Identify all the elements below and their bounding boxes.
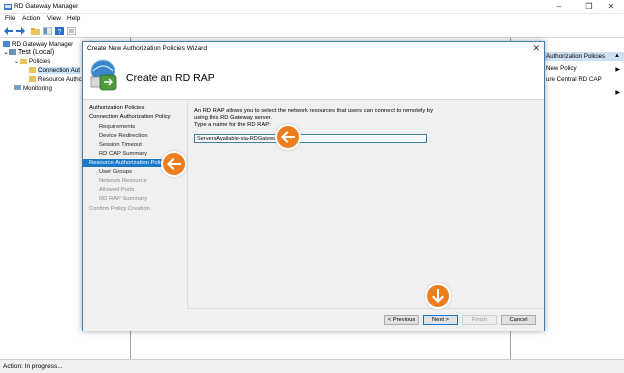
- description-line: using this RD Gateway server.: [194, 115, 272, 121]
- submenu-arrow-icon: ▶: [615, 67, 620, 73]
- step-confirm-policy-creation: Confirm Policy Creation: [89, 206, 150, 212]
- step-rd-rap-summary: RD RAP Summary: [99, 196, 148, 202]
- status-bar: Action: In progress...: [0, 359, 624, 373]
- step-device-redirection: Device Redirection: [99, 133, 148, 139]
- server-icon: [9, 49, 16, 55]
- tree-server-label: Test (Local): [18, 48, 55, 56]
- wizard-content: An RD RAP allows you to select the netwo…: [187, 100, 544, 308]
- finish-button[interactable]: Finish: [462, 315, 497, 325]
- toolbar: ?: [0, 24, 624, 38]
- wizard-close-icon[interactable]: ✕: [532, 43, 540, 54]
- step-resource-authorization-policy: Resource Authorization Policy: [83, 159, 166, 167]
- tree-monitoring-label: Monitoring: [23, 84, 52, 92]
- action-new-policy[interactable]: New Policy: [546, 65, 577, 72]
- callout-left-arrow-icon: [161, 151, 187, 177]
- window-title: RD Gateway Manager: [14, 3, 79, 10]
- tree-item-server[interactable]: ⌄ Test (Local): [3, 48, 55, 57]
- submenu-arrow-icon: ▶: [615, 90, 620, 96]
- step-network-resource: Network Resource: [99, 178, 147, 184]
- close-button[interactable]: ✕: [600, 1, 622, 13]
- properties-icon[interactable]: [66, 26, 76, 36]
- description-line: An RD RAP allows you to select the netwo…: [194, 108, 433, 114]
- step-requirements: Requirements: [99, 124, 136, 130]
- action-central-rd-cap[interactable]: ure Central RD CAP: [546, 76, 602, 83]
- menu-bar: File Action View Help: [0, 14, 624, 24]
- show-tree-icon[interactable]: [42, 26, 52, 36]
- wizard-footer: < Previous Next > Finish Cancel: [187, 308, 544, 331]
- rap-description: An RD RAP allows you to select the netwo…: [194, 108, 444, 129]
- step-authorization-policies: Authorization Policies: [89, 105, 145, 111]
- up-folder-icon[interactable]: [30, 26, 40, 36]
- back-icon[interactable]: [3, 26, 13, 36]
- description-line: Type a name for the RD RAP:: [194, 122, 271, 128]
- tree-policies-label: Policies: [29, 57, 51, 65]
- menu-view[interactable]: View: [47, 15, 61, 22]
- gateway-icon: [3, 41, 10, 47]
- callout-down-arrow-icon: [425, 283, 451, 309]
- next-button[interactable]: Next >: [423, 315, 458, 325]
- tree-connection-label: Connection Aut: [38, 66, 80, 74]
- policy-icon: [29, 76, 36, 82]
- monitor-icon: [14, 85, 21, 90]
- callout-left-arrow-icon: [275, 124, 301, 150]
- tree-item-policies[interactable]: ⌄ Policies: [14, 57, 50, 65]
- tree-item-monitoring[interactable]: Monitoring: [14, 84, 52, 92]
- wizard-steps: Authorization Policies Connection Author…: [83, 100, 187, 331]
- app-icon: [4, 4, 12, 10]
- wizard-title-bar: Create New Authorization Policies Wizard…: [83, 42, 544, 55]
- help-icon[interactable]: ?: [54, 26, 64, 36]
- maximize-button[interactable]: ❐: [578, 1, 600, 13]
- rd-gateway-logo-icon: [90, 59, 117, 91]
- chevron-down-icon[interactable]: ⌄: [3, 48, 9, 56]
- tree-resource-label: Resource Authc: [38, 75, 82, 83]
- step-session-timeout: Session Timeout: [99, 142, 142, 148]
- tree-item-connection-policies[interactable]: Connection Aut: [29, 66, 80, 74]
- wizard-dialog: Create New Authorization Policies Wizard…: [82, 41, 545, 331]
- step-connection-authorization-policy: Connection Authorization Policy: [89, 114, 171, 120]
- menu-file[interactable]: File: [5, 15, 15, 22]
- menu-action[interactable]: Action: [22, 15, 40, 22]
- status-text: Action: In progress...: [3, 363, 63, 370]
- title-bar: RD Gateway Manager – ❐ ✕: [0, 0, 624, 14]
- step-allowed-ports: Allowed Ports: [99, 187, 135, 193]
- previous-button[interactable]: < Previous: [384, 315, 419, 325]
- folder-icon: [20, 59, 27, 64]
- chevron-down-icon[interactable]: ⌄: [14, 58, 19, 65]
- policy-icon: [29, 67, 36, 73]
- svg-text:?: ?: [57, 29, 61, 35]
- collapse-icon[interactable]: ▲: [614, 53, 620, 59]
- wizard-title: Create New Authorization Policies Wizard: [87, 45, 207, 52]
- menu-help[interactable]: Help: [67, 15, 80, 22]
- step-user-groups: User Groups: [99, 169, 132, 175]
- wizard-heading: Create an RD RAP: [126, 72, 215, 84]
- cancel-button[interactable]: Cancel: [501, 315, 536, 325]
- tree-root-label: RD Gateway Manager: [12, 40, 74, 48]
- tree-item-resource-policies[interactable]: Resource Authc: [29, 75, 82, 83]
- tree-item-root[interactable]: RD Gateway Manager: [3, 40, 73, 48]
- minimize-button[interactable]: –: [548, 1, 570, 13]
- forward-icon[interactable]: [15, 26, 25, 36]
- rap-name-input[interactable]: [194, 134, 427, 143]
- wizard-header: Create an RD RAP: [83, 55, 544, 99]
- step-rd-cap-summary: RD CAP Summary: [99, 151, 148, 157]
